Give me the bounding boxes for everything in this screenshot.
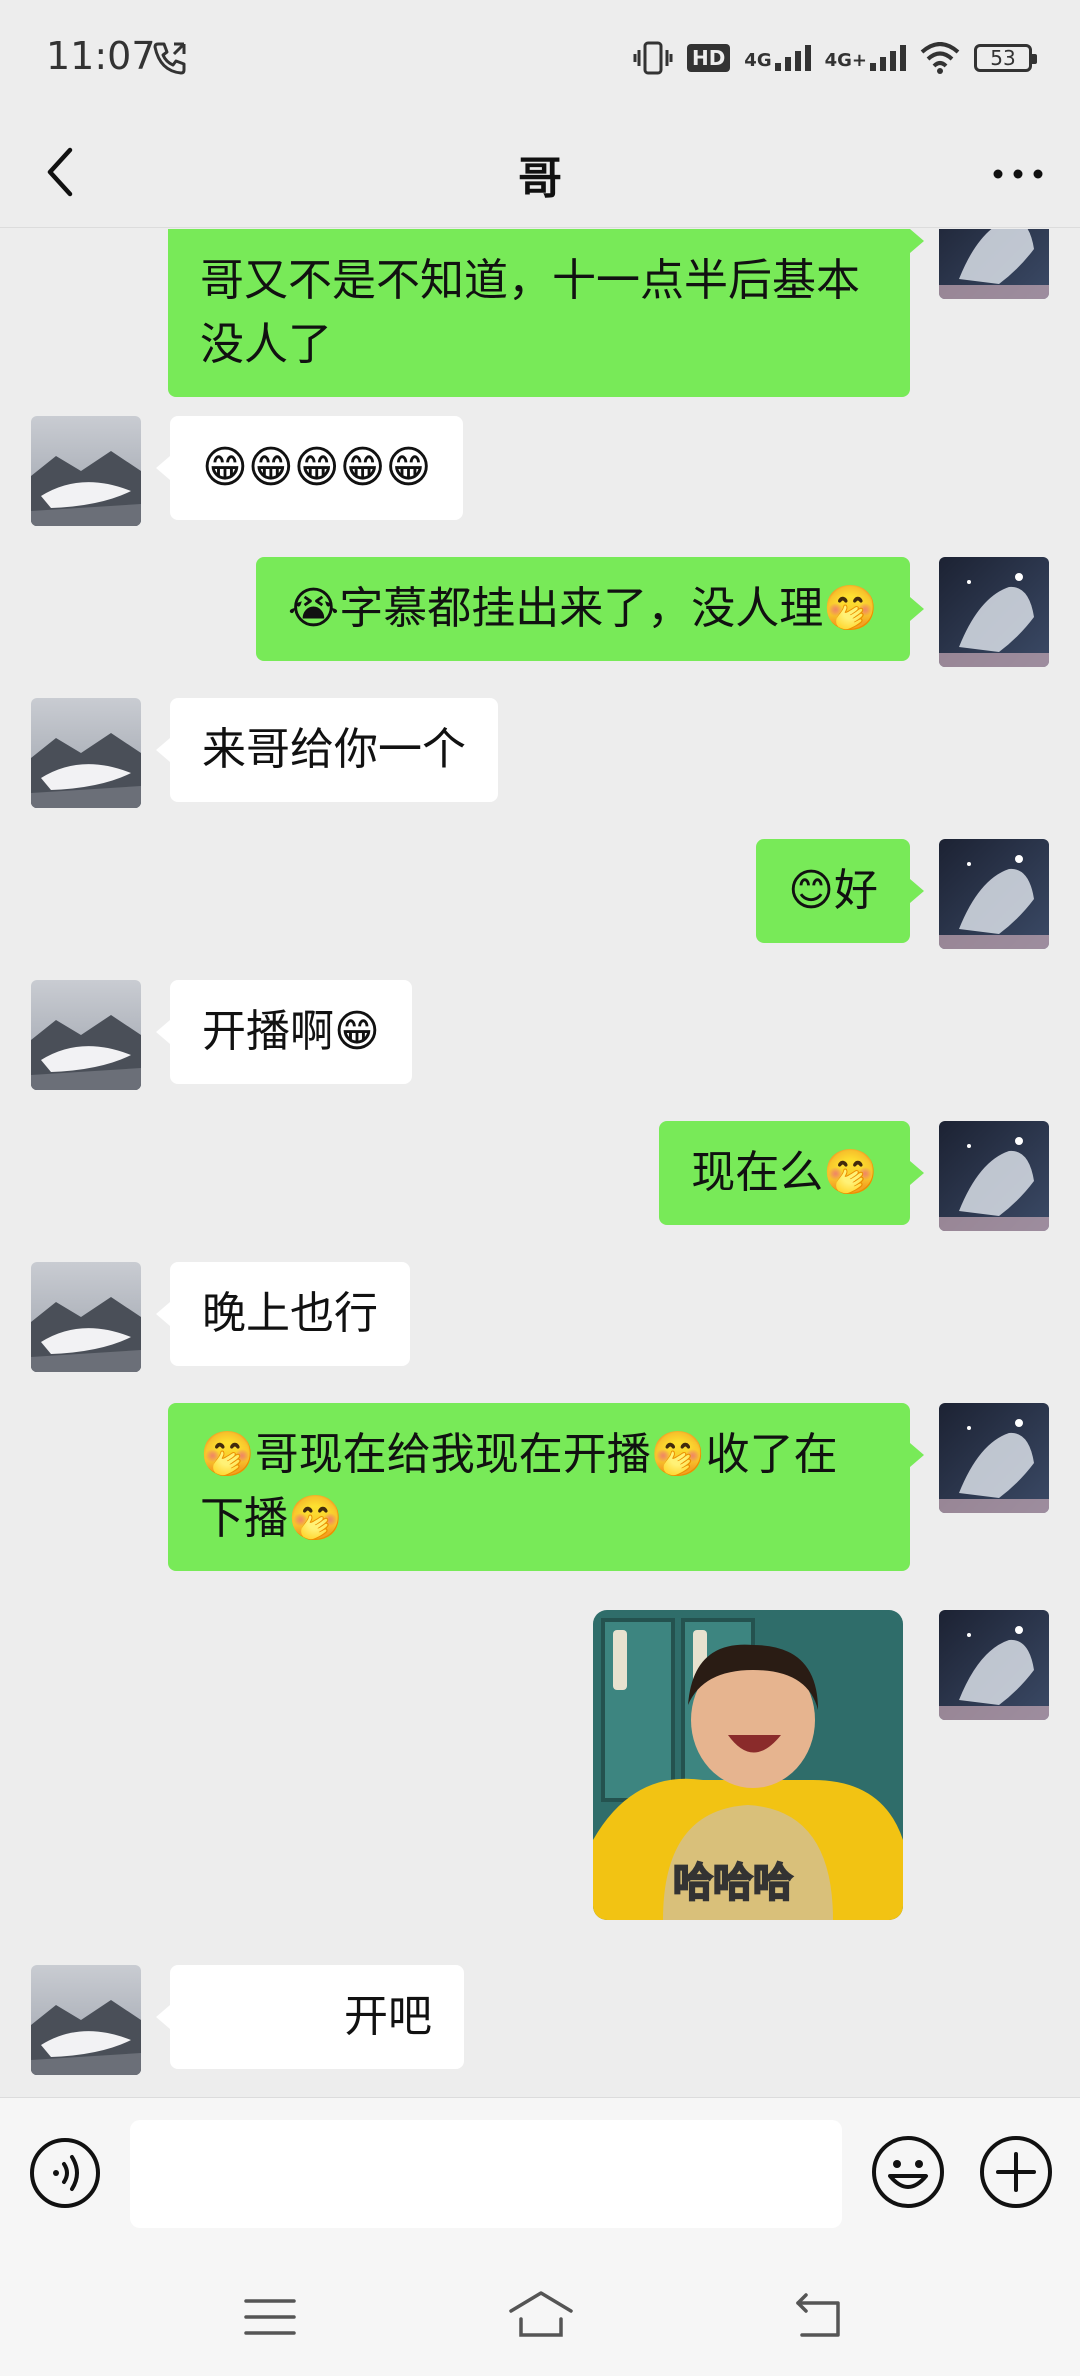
chat-message-list[interactable]: 哥又不是不知道，十一点半后基本没人了 😁😁😁😁😁 😭字慕都挂出来了，没人理🤭 来… — [0, 229, 1080, 2097]
contact-avatar[interactable] — [31, 416, 141, 526]
network-4g-plus-icon: 4G+ — [825, 45, 906, 71]
my-avatar[interactable] — [939, 557, 1049, 667]
message-row: 现在么🤭 — [0, 1121, 1080, 1231]
message-row: 开播啊😁 — [0, 980, 1080, 1090]
vibrate-icon — [633, 41, 673, 75]
message-bubble-out[interactable]: 🤭哥现在给我现在开播🤭收了在下播🤭 — [168, 1403, 924, 1571]
more-options-icon[interactable] — [986, 142, 1050, 206]
my-avatar[interactable] — [939, 1121, 1049, 1231]
message-row: 😁😁😁😁😁 — [0, 416, 1080, 526]
status-icons: HD 4G 4G+ 53 — [633, 38, 1037, 78]
my-avatar[interactable] — [939, 839, 1049, 949]
hd-badge: HD — [686, 44, 731, 72]
contact-avatar[interactable] — [31, 980, 141, 1090]
battery-icon: 53 — [974, 44, 1037, 72]
my-avatar[interactable] — [939, 229, 1049, 299]
message-bubble-out[interactable]: 现在么🤭 — [659, 1121, 924, 1225]
message-bubble-out[interactable]: 😊好 — [756, 839, 924, 943]
chat-header: 哥 — [0, 116, 1080, 228]
back-nav-icon[interactable] — [790, 2287, 850, 2347]
message-row: 来哥给你一个 — [0, 698, 1080, 808]
add-more-icon[interactable] — [978, 2134, 1054, 2210]
contact-avatar[interactable] — [31, 1965, 141, 2075]
message-bubble-in[interactable]: 来哥给你一个 — [156, 698, 498, 802]
status-bar: 11:07 HD 4G 4G+ 53 — [0, 0, 1080, 116]
phone-call-icon — [153, 42, 186, 75]
message-row: 🤭哥现在给我现在开播🤭收了在下播🤭 — [0, 1403, 1080, 1579]
message-bubble-in[interactable]: 😁😁😁😁😁 — [155, 416, 464, 520]
message-row: 哈哈哈 — [0, 1610, 1080, 1920]
chat-title: 哥 — [518, 153, 562, 204]
recent-apps-icon[interactable] — [240, 2287, 300, 2347]
system-navigation-bar — [0, 2257, 1080, 2376]
status-time: 11:07 — [46, 34, 156, 78]
sticker-caption: 哈哈哈 — [672, 1859, 794, 1907]
message-bubble-out[interactable]: 😭字慕都挂出来了，没人理🤭 — [255, 557, 925, 661]
network-4g-icon: 4G — [744, 45, 811, 71]
my-avatar[interactable] — [939, 1403, 1049, 1513]
message-input-bar — [0, 2097, 1080, 2257]
message-bubble-in[interactable]: 开播啊😁 — [156, 980, 412, 1084]
voice-input-icon[interactable] — [28, 2136, 102, 2210]
message-row: 开吧 — [0, 1965, 1080, 2075]
message-row: 晚上也行 — [0, 1262, 1080, 1372]
sticker-image[interactable]: 哈哈哈 — [593, 1610, 903, 1920]
message-row: 😊好 — [0, 839, 1080, 949]
message-bubble-in[interactable]: 开吧 — [156, 1965, 464, 2069]
wifi-icon — [920, 42, 960, 74]
message-bubble-in[interactable]: 晚上也行 — [156, 1262, 410, 1366]
contact-avatar[interactable] — [31, 1262, 141, 1372]
emoji-icon[interactable] — [870, 2134, 946, 2210]
message-text-input[interactable] — [130, 2120, 842, 2228]
message-bubble-out[interactable]: 哥又不是不知道，十一点半后基本没人了 — [168, 229, 924, 397]
message-row: 😭字慕都挂出来了，没人理🤭 — [0, 557, 1080, 667]
message-row: 哥又不是不知道，十一点半后基本没人了 — [0, 229, 1080, 397]
my-avatar[interactable] — [939, 1610, 1049, 1720]
contact-avatar[interactable] — [31, 698, 141, 808]
home-icon[interactable] — [505, 2285, 577, 2345]
